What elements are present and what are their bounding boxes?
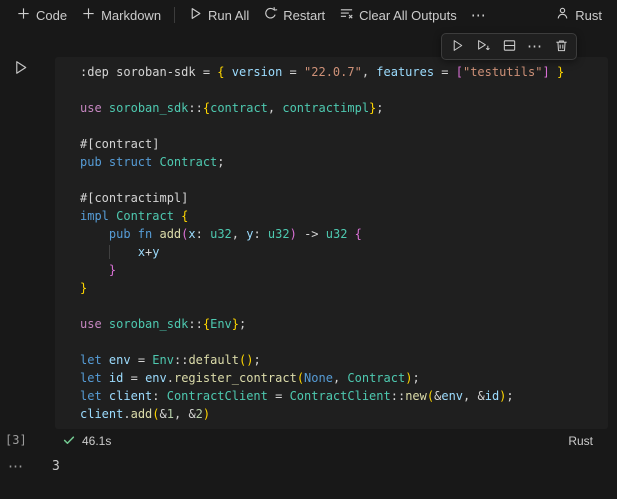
- kernel-picker-button[interactable]: Rust: [548, 3, 609, 27]
- trash-icon: [554, 38, 569, 56]
- add-markdown-label: Markdown: [101, 7, 162, 23]
- run-below-icon: [476, 38, 491, 56]
- code-line: #[contractimpl]: [80, 191, 189, 205]
- code-line: #[contract]: [80, 137, 160, 151]
- add-markdown-button[interactable]: Markdown: [74, 3, 168, 27]
- run-cell-gutter-button[interactable]: [10, 59, 30, 79]
- kernel-icon: [555, 6, 570, 24]
- clear-outputs-icon: [339, 6, 354, 24]
- plus-icon: [16, 6, 31, 24]
- more-icon: ⋯: [470, 6, 487, 24]
- code-line: x+y: [80, 243, 608, 261]
- success-check-icon: [62, 433, 76, 450]
- run-all-button[interactable]: Run All: [181, 3, 256, 27]
- code-line: use soroban_sdk::{Env};: [80, 317, 247, 331]
- execution-count: [3]: [5, 433, 27, 447]
- output-value: 3: [52, 459, 60, 474]
- add-code-label: Code: [36, 7, 68, 23]
- notebook-toolbar: Code Markdown Run All Restart Clear All …: [0, 0, 617, 30]
- run-cell-icon: [12, 59, 29, 79]
- run-all-label: Run All: [208, 7, 250, 23]
- code-line: let id = env.register_contract(None, Con…: [80, 371, 420, 385]
- more-icon: ⋯: [527, 38, 543, 55]
- code-line: impl Contract {: [80, 209, 189, 223]
- kernel-label: Rust: [575, 7, 602, 23]
- cell-toolbar: ⋯: [441, 33, 577, 60]
- code-editor[interactable]: :dep soroban-sdk = { version = "22.0.7",…: [55, 57, 608, 429]
- split-cell-icon: [502, 38, 517, 56]
- code-line: let env = Env::default();: [80, 353, 261, 367]
- add-code-button[interactable]: Code: [9, 3, 74, 27]
- code-line: client.add(&1, &2): [80, 407, 211, 421]
- cell-more-button[interactable]: ⋯: [523, 36, 547, 58]
- code-line: :dep soroban-sdk = { version = "22.0.7",…: [80, 65, 565, 79]
- code-line: }: [108, 263, 117, 277]
- split-cell-button[interactable]: [497, 36, 521, 58]
- execution-duration: 46.1s: [82, 434, 112, 448]
- plus-icon: [81, 6, 96, 24]
- clear-all-outputs-button[interactable]: Clear All Outputs: [332, 3, 464, 27]
- code-line: use soroban_sdk::{contract, contractimpl…: [80, 101, 384, 115]
- code-line: pub struct Contract;: [80, 155, 225, 169]
- execute-below-button[interactable]: [471, 36, 495, 58]
- delete-cell-button[interactable]: [549, 36, 573, 58]
- cell-language-picker[interactable]: Rust: [568, 434, 593, 448]
- clear-outputs-label: Clear All Outputs: [359, 7, 457, 23]
- cell-status-bar: [3] 46.1s Rust: [0, 431, 608, 451]
- code-line: let client: ContractClient = ContractCli…: [80, 389, 514, 403]
- run-cell-icon: [450, 38, 465, 56]
- cell-output: ⋯ 3: [0, 454, 617, 480]
- code-line: }: [80, 281, 88, 295]
- toolbar-separator: [174, 7, 176, 23]
- execute-cell-button[interactable]: [445, 36, 469, 58]
- restart-button[interactable]: Restart: [256, 3, 332, 27]
- run-all-icon: [188, 6, 203, 24]
- output-menu-button[interactable]: ⋯: [8, 457, 24, 475]
- restart-icon: [263, 6, 278, 24]
- toolbar-more-button[interactable]: ⋯: [464, 5, 494, 26]
- execution-summary: 46.1s: [62, 433, 111, 450]
- code-line: pub fn add(x: u32, y: u32) -> u32 {: [108, 227, 362, 241]
- restart-label: Restart: [283, 7, 326, 23]
